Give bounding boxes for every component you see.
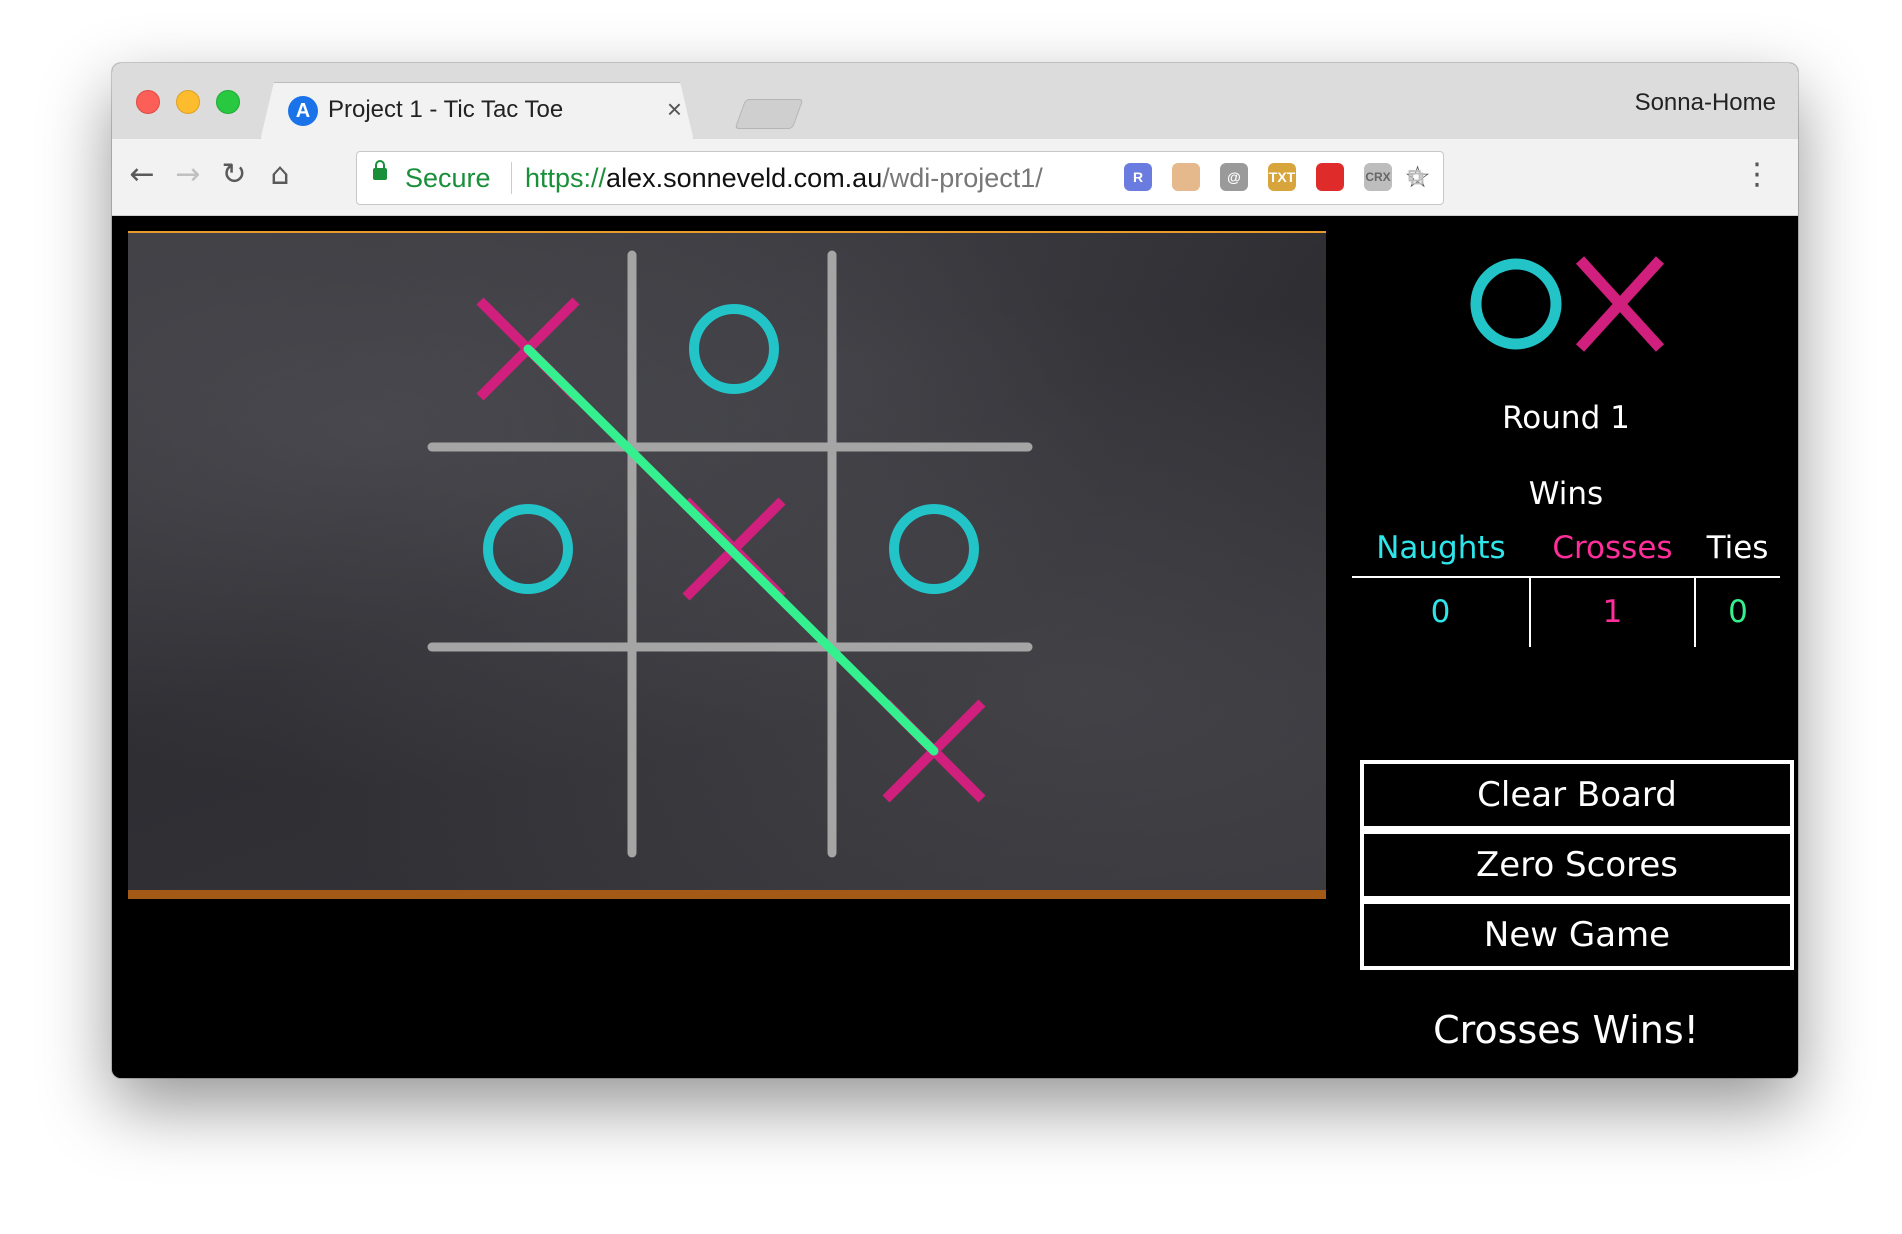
url-host: alex.sonneveld.com.au (606, 163, 883, 193)
score-row: 0 1 0 (1352, 577, 1780, 647)
board-cell[interactable] (839, 454, 1029, 644)
zero-scores-button[interactable]: Zero Scores (1360, 830, 1794, 900)
board-cell[interactable] (433, 454, 623, 644)
extension-icon[interactable]: @ (1220, 163, 1248, 191)
extension-icon[interactable] (1316, 163, 1344, 191)
lock-icon (373, 160, 387, 180)
security-label: Secure (405, 163, 491, 193)
close-window-button[interactable] (136, 90, 160, 114)
zoom-window-button[interactable] (216, 90, 240, 114)
board-cell[interactable] (639, 254, 829, 444)
tab-title: Project 1 - Tic Tac Toe (328, 96, 564, 123)
board-canvas[interactable] (128, 233, 1326, 890)
cast-icon[interactable]: ⧉ (1402, 163, 1430, 191)
extension-icon[interactable] (1172, 163, 1200, 191)
extension-icon[interactable]: TXT (1268, 163, 1296, 191)
crosses-score: 1 (1528, 577, 1696, 647)
naughts-score: 0 (1430, 594, 1451, 630)
page-content: Round 1 Wins Naughts Crosses Ties 0 1 0 (112, 216, 1798, 1078)
game-board[interactable] (128, 231, 1326, 899)
new-game-button[interactable]: New Game (1360, 900, 1794, 970)
forward-arrow-icon[interactable]: → (170, 157, 206, 193)
new-tab-button[interactable] (734, 99, 804, 129)
wins-title: Wins (1528, 476, 1604, 512)
profile-name[interactable]: Sonna-Home (1635, 89, 1776, 117)
ox-logo (1470, 256, 1665, 352)
home-icon[interactable]: ⌂ (262, 157, 298, 193)
url-text[interactable]: https://alex.sonneveld.com.au/wdi-projec… (525, 163, 1043, 194)
extension-icon[interactable]: CRX (1364, 163, 1392, 191)
menu-dots-icon[interactable]: ⋮ (1742, 157, 1772, 193)
reload-icon[interactable]: ↻ (216, 157, 252, 193)
browser-window: A Project 1 - Tic Tac Toe × Sonna-Home ←… (112, 63, 1798, 1078)
crosses-header: Crosses (1529, 528, 1696, 578)
board-cell[interactable] (839, 254, 1029, 444)
browser-toolbar: ← → ↻ ⌂ Secure https://alex.sonneveld.co… (112, 139, 1798, 216)
score-table: Naughts Crosses Ties 0 1 0 (1352, 528, 1780, 647)
tab-close-icon[interactable]: × (667, 94, 682, 125)
url-path: /wdi-project1/ (882, 163, 1043, 193)
board-cell[interactable] (639, 656, 829, 846)
omnibox-divider (511, 162, 512, 194)
control-buttons: Clear Board Zero Scores New Game (1360, 760, 1794, 970)
minimize-window-button[interactable] (176, 90, 200, 114)
ties-header: Ties (1695, 528, 1780, 578)
round-label: Round 1 (1502, 400, 1630, 436)
back-arrow-icon[interactable]: ← (124, 157, 160, 193)
url-scheme: https:// (525, 163, 607, 193)
board-cell[interactable] (433, 656, 623, 846)
ties-score: 0 (1694, 577, 1780, 647)
status-message: Crosses Wins! (1433, 1008, 1699, 1052)
title-bar: A Project 1 - Tic Tac Toe × Sonna-Home (112, 63, 1798, 139)
browser-tab-content[interactable]: A Project 1 - Tic Tac Toe × (260, 82, 692, 140)
naughts-header: Naughts (1352, 528, 1530, 578)
clear-board-button[interactable]: Clear Board (1360, 760, 1794, 830)
sidebar: Round 1 Wins Naughts Crosses Ties 0 1 0 (1346, 216, 1794, 1078)
extension-icon[interactable]: R (1124, 163, 1152, 191)
logo-naught-icon (1470, 258, 1562, 350)
tab-favicon-icon: A (288, 96, 318, 126)
